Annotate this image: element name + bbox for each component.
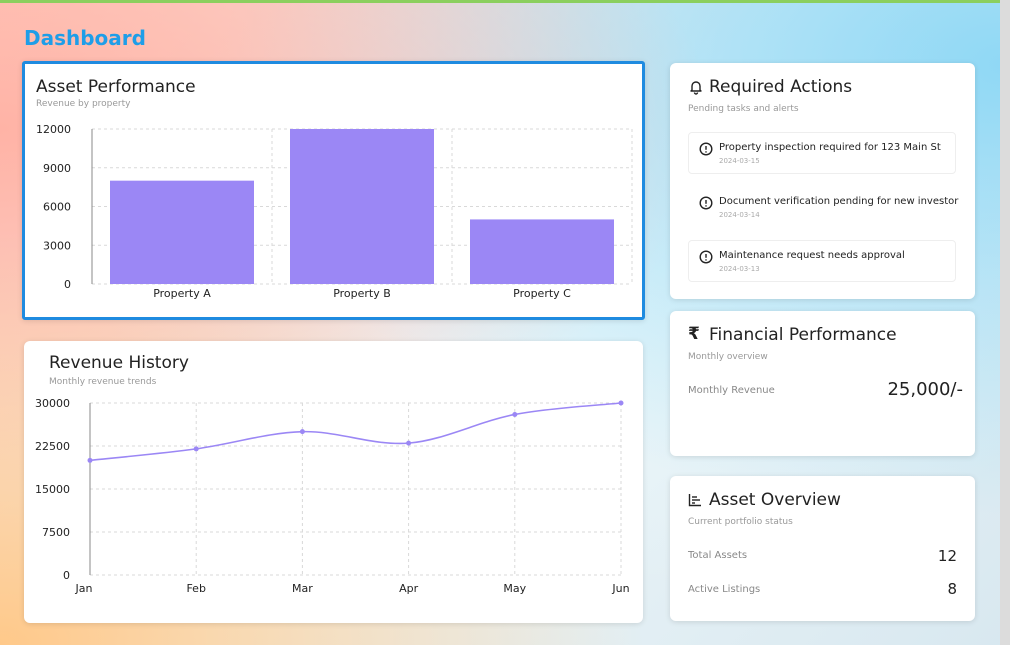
page-title: Dashboard	[24, 26, 146, 50]
required-actions-title: Required Actions	[709, 77, 853, 97]
x-tick-label: May	[503, 582, 526, 595]
financial-performance-subtitle: Monthly overview	[688, 352, 768, 362]
x-tick-label: Jun	[611, 582, 629, 595]
y-tick-label: 0	[64, 278, 71, 291]
financial-performance-title: Financial Performance	[709, 325, 897, 345]
action-text: Property inspection required for 123 Mai…	[719, 142, 941, 153]
action-item[interactable]: Maintenance request needs approval 2024-…	[688, 240, 956, 282]
asset-performance-chart: 12000 9000 6000 3000 0 Property A Property B Pr…	[36, 123, 633, 300]
monthly-revenue-value: 25,000/-	[887, 379, 963, 400]
required-actions-subtitle: Pending tasks and alerts	[688, 104, 799, 114]
y-tick-label: 30000	[35, 397, 70, 410]
x-tick-label: Apr	[399, 582, 419, 595]
bell-icon	[688, 79, 704, 95]
data-point	[193, 446, 199, 452]
data-point	[299, 429, 305, 435]
scrollbar[interactable]	[1000, 0, 1010, 645]
alert-circle-icon	[699, 142, 713, 156]
x-tick-label: Feb	[186, 582, 205, 595]
data-point	[406, 440, 412, 446]
asset-overview-subtitle: Current portfolio status	[688, 517, 793, 527]
active-listings-label: Active Listings	[688, 584, 761, 595]
bar	[470, 219, 614, 284]
action-item[interactable]: Property inspection required for 123 Mai…	[688, 132, 956, 174]
data-point	[87, 457, 93, 463]
required-actions-card: Required Actions Pending tasks and alert…	[670, 63, 975, 299]
asset-overview-title: Asset Overview	[709, 490, 841, 510]
revenue-history-subtitle: Monthly revenue trends	[49, 377, 157, 387]
y-tick-label: 12000	[36, 123, 71, 136]
action-date: 2024-03-14	[719, 211, 760, 219]
y-tick-label: 9000	[43, 162, 71, 175]
x-tick-label: Property C	[513, 287, 571, 300]
data-point	[512, 411, 518, 417]
y-tick-label: 6000	[43, 201, 71, 214]
revenue-line	[89, 402, 622, 462]
y-tick-label: 0	[63, 569, 70, 582]
x-tick-label: Property A	[153, 287, 211, 300]
financial-performance-card: ₹ Financial Performance Monthly overview…	[670, 311, 975, 456]
bar	[290, 129, 434, 284]
total-assets-label: Total Assets	[688, 550, 748, 561]
asset-performance-subtitle: Revenue by property	[36, 99, 131, 109]
active-listings-value: 8	[947, 580, 957, 598]
action-date: 2024-03-15	[719, 157, 760, 165]
asset-overview-card: Asset Overview Current portfolio status …	[670, 476, 975, 621]
revenue-history-chart: 30000 22500 15000 7500 0 Jan Feb Mar Apr May Jun	[35, 397, 630, 595]
revenue-history-title: Revenue History	[49, 353, 189, 373]
x-tick-label: Jan	[75, 582, 93, 595]
alert-circle-icon	[699, 196, 713, 210]
action-text: Document verification pending for new in…	[719, 196, 959, 207]
bar	[110, 180, 254, 284]
asset-performance-card: Asset Performance Revenue by property 12…	[22, 61, 645, 320]
alert-circle-icon	[699, 250, 713, 264]
y-tick-label: 3000	[43, 239, 71, 252]
asset-performance-title: Asset Performance	[36, 77, 196, 97]
action-item[interactable]: Document verification pending for new in…	[688, 186, 959, 228]
action-text: Maintenance request needs approval	[719, 250, 905, 261]
y-tick-label: 7500	[42, 526, 70, 539]
x-tick-label: Mar	[292, 582, 313, 595]
bar-chart-icon	[688, 492, 702, 507]
total-assets-value: 12	[937, 547, 957, 565]
revenue-history-card: Revenue History Monthly revenue trends 3…	[24, 341, 643, 623]
data-point	[618, 400, 624, 406]
x-tick-label: Property B	[333, 287, 391, 300]
top-accent-line	[0, 0, 1000, 3]
action-date: 2024-03-13	[719, 265, 760, 273]
y-tick-label: 22500	[35, 440, 70, 453]
rupee-icon: ₹	[688, 324, 700, 344]
monthly-revenue-label: Monthly Revenue	[688, 385, 775, 396]
y-tick-label: 15000	[35, 483, 70, 496]
